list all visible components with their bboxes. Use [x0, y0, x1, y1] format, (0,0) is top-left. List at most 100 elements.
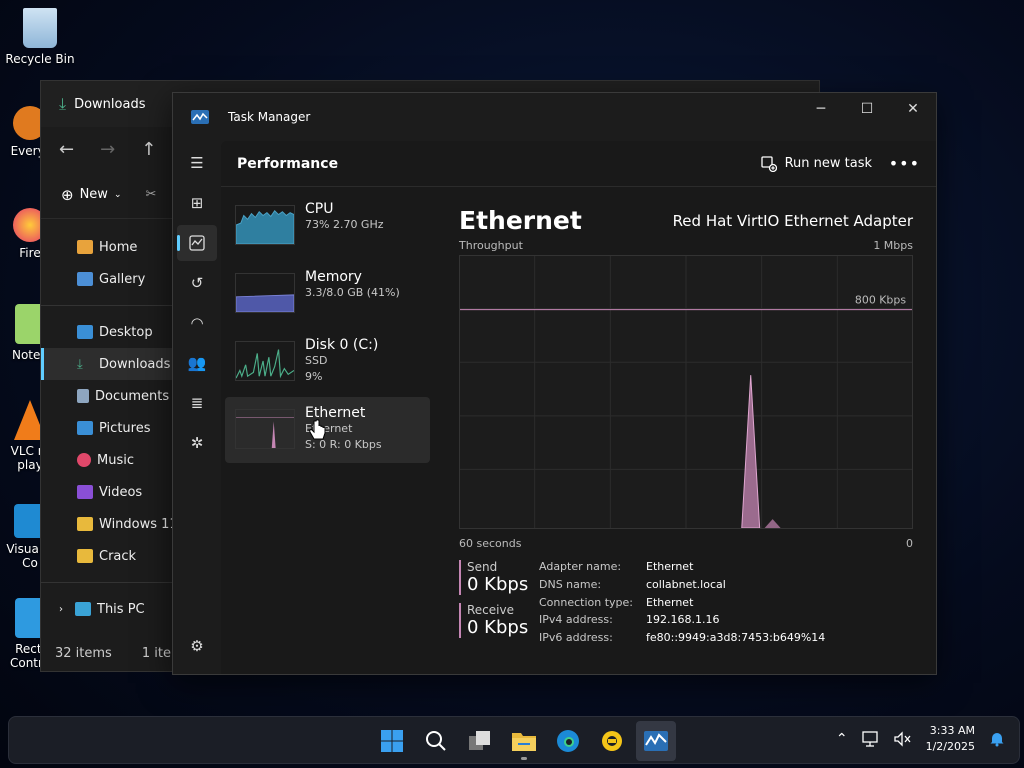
details-tab[interactable]: ≣: [177, 385, 217, 421]
desktop-icon-label: Recycle Bin: [5, 52, 75, 66]
resource-item-memory[interactable]: Memory 3.3/8.0 GB (41%): [225, 261, 430, 327]
cut-icon[interactable]: ✂: [145, 187, 156, 202]
folder-icon: [512, 733, 536, 751]
task-manager-taskbar-button[interactable]: [636, 721, 676, 761]
system-tray: ⌃ 3:33 AM 1/2/2025: [836, 723, 1005, 755]
notification-bell-icon[interactable]: [989, 731, 1005, 747]
task-view-button[interactable]: [460, 721, 500, 761]
sidebar-item-desktop[interactable]: Desktop: [41, 316, 176, 348]
navigation-rail: ☰ ⊞ ↺ ◠ 👥 ≣ ✲ ⚙: [173, 141, 221, 674]
search-icon: [426, 731, 446, 751]
taskbar: ⌃ 3:33 AM 1/2/2025: [8, 716, 1020, 764]
desktop-icon-recycle-bin[interactable]: Recycle Bin: [2, 8, 78, 66]
chevron-down-icon: ⌄: [113, 189, 122, 200]
run-new-task-button[interactable]: Run new task: [760, 155, 872, 172]
resource-name: Memory: [305, 269, 362, 285]
resource-item-cpu[interactable]: CPU 73% 2.70 GHz: [225, 193, 430, 259]
sidebar-item-pictures[interactable]: Pictures: [41, 412, 176, 444]
receive-value: 0 Kbps: [467, 617, 529, 638]
receive-spike: [741, 375, 761, 529]
more-options-button[interactable]: •••: [889, 154, 920, 173]
plus-circle-icon: ⊕: [61, 185, 74, 204]
close-button[interactable]: ✕: [890, 93, 936, 125]
forward-arrow-icon[interactable]: →: [100, 139, 115, 160]
app-history-tab[interactable]: ↺: [177, 265, 217, 301]
time-window-label: 60 seconds: [459, 537, 522, 550]
file-explorer-taskbar-button[interactable]: [504, 721, 544, 761]
page-header: Performance Run new task •••: [221, 141, 936, 187]
sidebar-item-documents[interactable]: Documents: [41, 380, 176, 412]
sidebar-item-windows-11[interactable]: Windows 11 S: [41, 508, 176, 540]
sidebar-item-music[interactable]: Music: [41, 444, 176, 476]
hamburger-menu-button[interactable]: ☰: [177, 145, 217, 181]
chevron-up-icon[interactable]: ⌃: [836, 731, 848, 747]
resource-item-ethernet[interactable]: Ethernet Ethernet S: 0 R: 0 Kbps: [225, 397, 430, 463]
recycle-bin-icon: [23, 8, 57, 48]
maximize-button[interactable]: ☐: [844, 93, 890, 125]
sidebar-item-gallery[interactable]: Gallery: [41, 263, 176, 295]
up-arrow-icon[interactable]: ↑: [141, 139, 156, 160]
startup-apps-tab[interactable]: ◠: [177, 305, 217, 341]
sidebar-item-downloads[interactable]: ⤓ Downloads: [41, 348, 176, 380]
search-button[interactable]: [416, 721, 456, 761]
scale-line-label: 800 Kbps: [855, 294, 906, 307]
task-manager-titlebar[interactable]: Task Manager ─ ☐ ✕: [173, 93, 936, 141]
adapter-properties: Adapter name: Ethernet DNS name: collabn…: [539, 560, 825, 646]
desktop-icon: [77, 325, 93, 339]
start-button[interactable]: [372, 721, 412, 761]
home-icon: [77, 240, 93, 254]
minimize-button[interactable]: ─: [798, 93, 844, 125]
send-value: 0 Kbps: [467, 574, 529, 595]
performance-page: Performance Run new task ••• CPU 73% 2.7…: [221, 141, 936, 674]
download-icon: ⤓: [59, 94, 67, 113]
processes-grid-icon: ⊞: [190, 194, 204, 212]
sidebar-item-label: Music: [97, 452, 134, 468]
videos-icon: [77, 485, 93, 499]
receive-stat: Receive 0 Kbps: [459, 603, 539, 638]
run-task-icon: [760, 155, 777, 172]
property-value: 192.168.1.16: [646, 613, 720, 627]
new-button[interactable]: ⊕ New ⌄: [61, 186, 121, 204]
item-count: 32 items: [55, 646, 112, 661]
sidebar-divider: [41, 582, 176, 583]
property-value: Ethernet: [646, 560, 694, 573]
resource-item-disk[interactable]: Disk 0 (C:) SSD 9%: [225, 329, 430, 395]
property-value: fe80::9949:a3d8:7453:b649%14: [646, 631, 826, 645]
detail-header: Ethernet Red Hat VirtIO Ethernet Adapter: [459, 193, 913, 235]
property-key: IPv4 address:: [539, 613, 613, 627]
users-icon: 👥: [187, 354, 207, 372]
users-tab[interactable]: 👥: [177, 345, 217, 381]
pictures-icon: [77, 421, 93, 435]
sidebar-item-label: Documents: [95, 388, 170, 404]
hamburger-icon: ☰: [190, 154, 204, 172]
clock-time: 3:33 AM: [929, 724, 975, 737]
ethernet-detail-panel: Ethernet Red Hat VirtIO Ethernet Adapter…: [459, 193, 913, 646]
cpu-thumbnail-graph: [235, 205, 295, 245]
sidebar-item-crack[interactable]: Crack: [41, 540, 176, 572]
processes-tab[interactable]: ⊞: [177, 185, 217, 221]
sidebar-item-home[interactable]: Home: [41, 231, 176, 263]
adapter-name-heading: Red Hat VirtIO Ethernet Adapter: [672, 212, 913, 230]
clock[interactable]: 3:33 AM 1/2/2025: [926, 723, 975, 755]
tech-app-taskbar-button[interactable]: [592, 721, 632, 761]
back-arrow-icon[interactable]: ←: [59, 139, 74, 160]
sidebar-item-this-pc[interactable]: › This PC: [41, 593, 176, 625]
edge-taskbar-button[interactable]: [548, 721, 588, 761]
task-manager-window[interactable]: Task Manager ─ ☐ ✕ ☰ ⊞ ↺ ◠ 👥 ≣ ✲ ⚙ Perfo…: [172, 92, 937, 675]
services-tab[interactable]: ✲: [177, 425, 217, 461]
property-key: Connection type:: [539, 595, 634, 609]
memory-thumbnail-graph: [235, 273, 295, 313]
property-key: Adapter name:: [539, 560, 622, 573]
app-ring-icon: [602, 731, 622, 751]
download-icon: ⤓: [77, 357, 83, 372]
property-key: IPv6 address:: [539, 631, 613, 645]
sidebar-item-videos[interactable]: Videos: [41, 476, 176, 508]
sidebar-item-label: Crack: [99, 548, 137, 564]
chevron-right-icon[interactable]: ›: [59, 604, 63, 615]
settings-button[interactable]: ⚙: [177, 628, 217, 664]
explorer-tab-title[interactable]: Downloads: [74, 97, 145, 112]
performance-tab[interactable]: [177, 225, 217, 261]
network-icon[interactable]: [861, 731, 880, 747]
property-value: Ethernet: [646, 595, 694, 609]
volume-muted-icon[interactable]: [893, 731, 912, 747]
